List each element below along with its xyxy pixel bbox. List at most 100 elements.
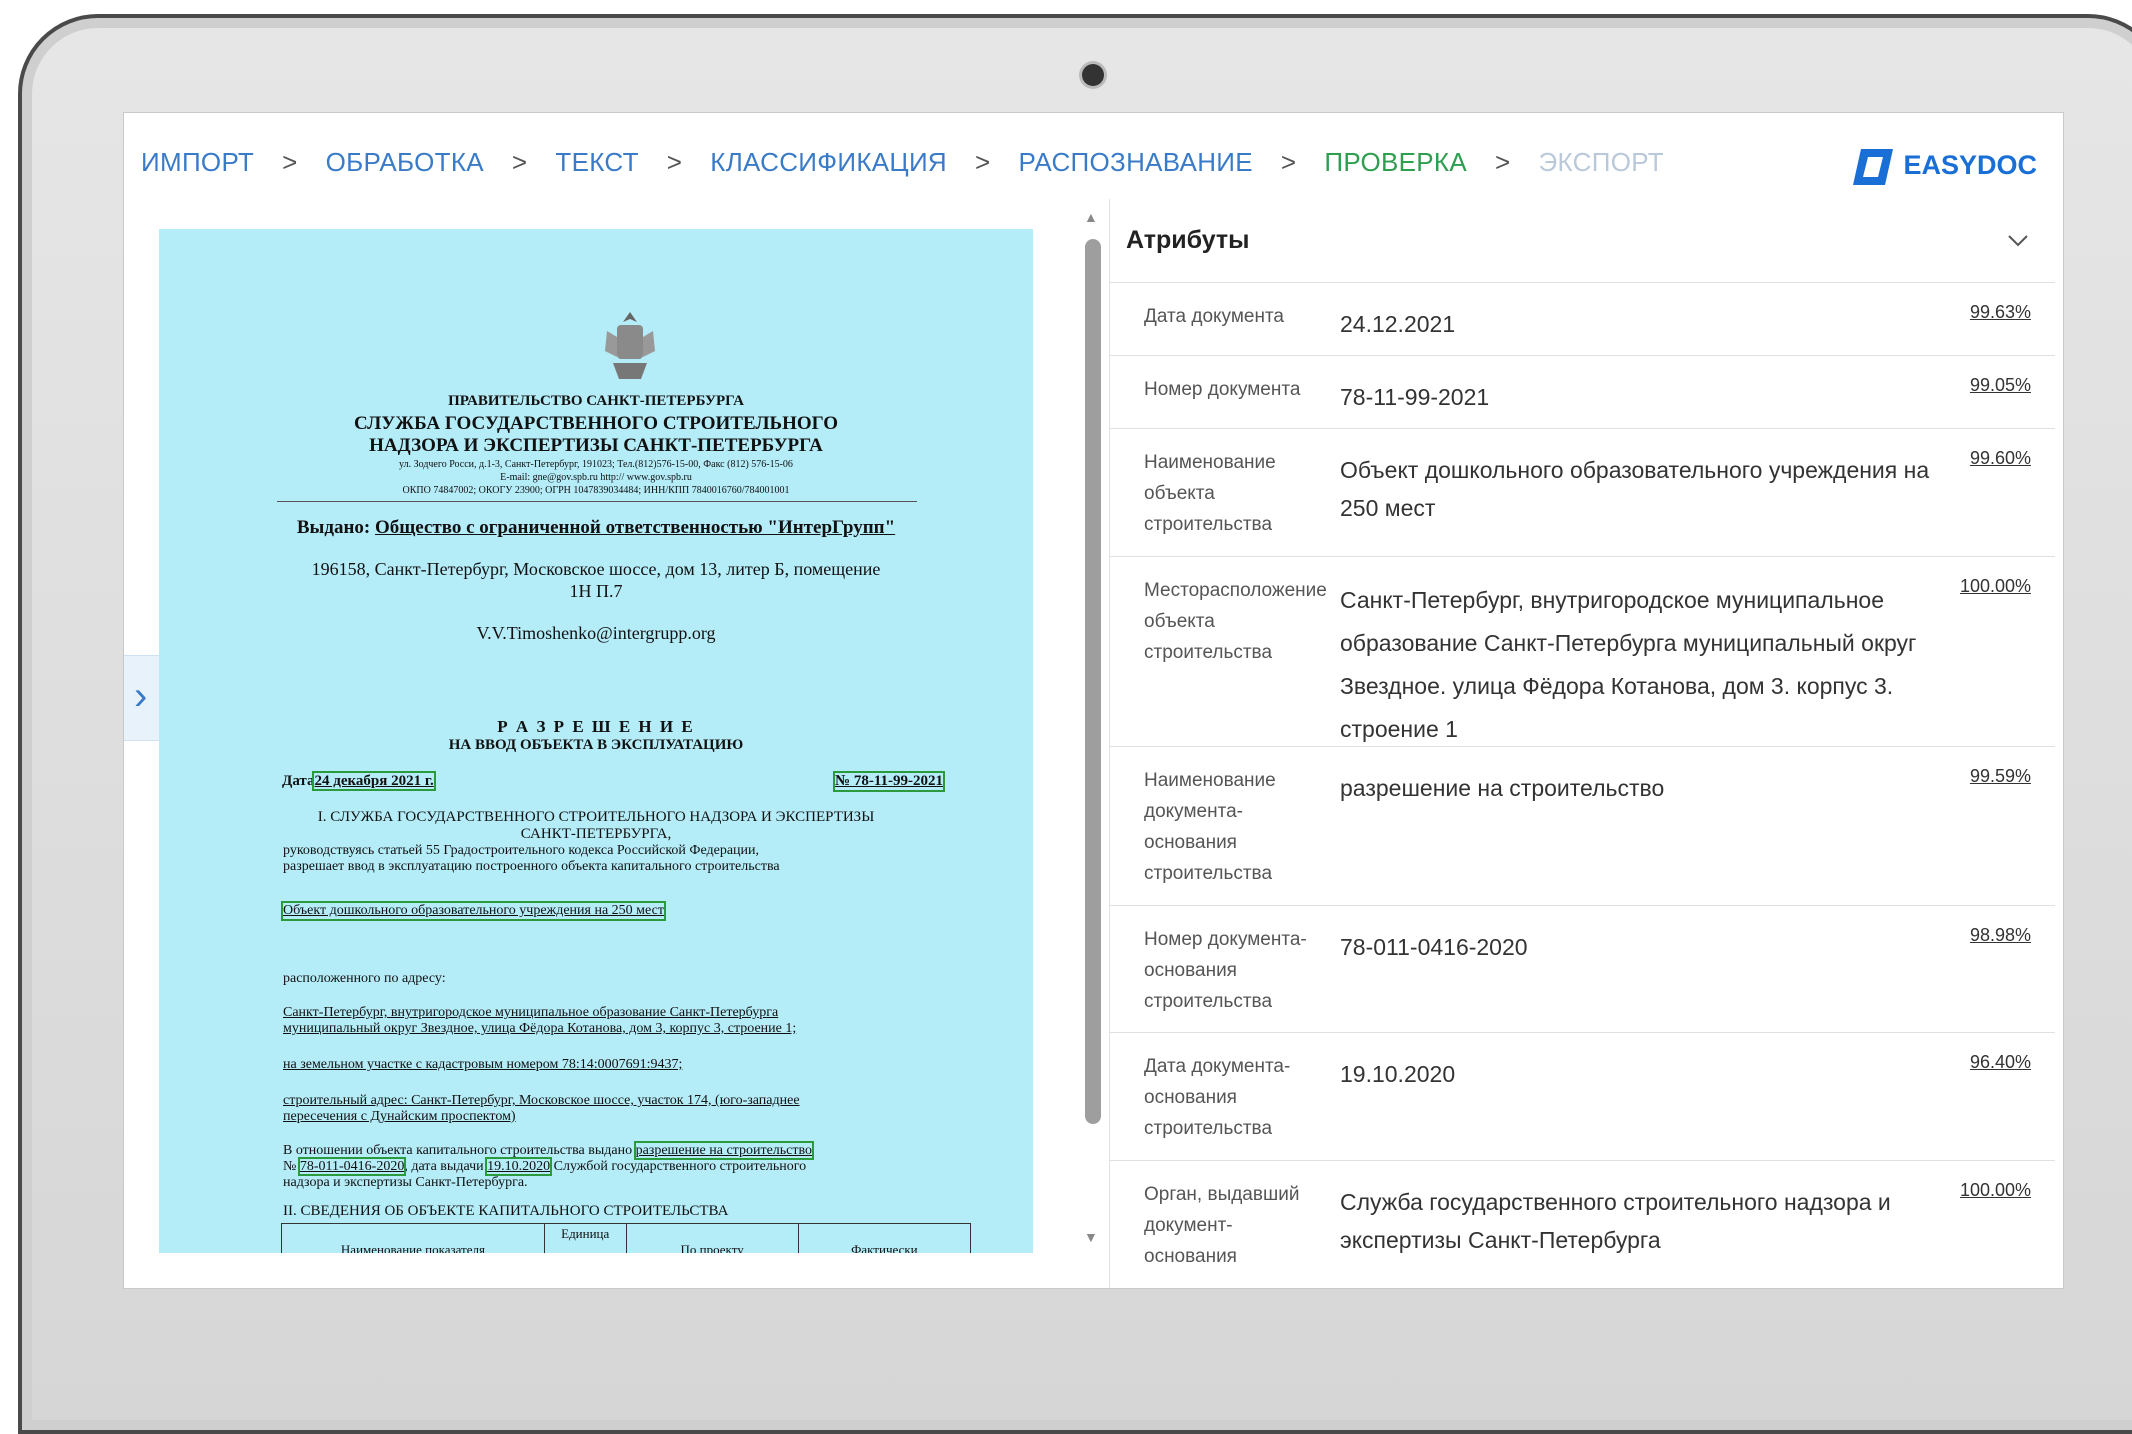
attribute-value[interactable]: Служба государственного строительного на…: [1340, 1183, 1935, 1259]
doc-org-line-2: СЛУЖБА ГОСУДАРСТВЕННОГО СТРОИТЕЛЬНОГО: [353, 413, 839, 434]
attribute-row-basis-date[interactable]: Дата документа-основания строительства 1…: [1110, 1033, 2055, 1161]
attribute-row-number[interactable]: Номер документа 78-11-99-2021 99.05%: [1110, 356, 2055, 429]
document-preview[interactable]: ПРАВИТЕЛЬСТВО САНКТ-ПЕТЕРБУРГА СЛУЖБА ГО…: [159, 229, 1033, 1253]
chevron-down-icon[interactable]: [2007, 228, 2029, 254]
attribute-value[interactable]: 19.10.2020: [1340, 1055, 1935, 1093]
doc-issued-to: Общество с ограниченной ответственностью…: [374, 517, 896, 538]
doc-relation-line-3: надзора и экспертизы Санкт-Петербурга.: [283, 1175, 528, 1190]
attribute-confidence[interactable]: 98.98%: [1970, 925, 2031, 946]
attribute-confidence[interactable]: 100.00%: [1960, 576, 2031, 597]
top-bar: ИМПОРТ > ОБРАБОТКА > ТЕКСТ > КЛАССИФИКАЦ…: [124, 113, 2063, 199]
doc-th-project: По проекту: [627, 1224, 799, 1253]
doc-relation-line-1: В отношении объекта капитального строите…: [283, 1141, 815, 1160]
doc-relation-text: В отношении объекта капитального строите…: [283, 1143, 633, 1158]
scroll-down-icon[interactable]: ▼: [1084, 1229, 1098, 1245]
doc-date-value[interactable]: 24 декабря 2021 г.: [312, 771, 436, 791]
attribute-row-date[interactable]: Дата документа 24.12.2021 99.63%: [1110, 283, 2055, 356]
coat-of-arms-icon: [605, 312, 655, 379]
step-separator: >: [511, 147, 528, 177]
doc-located-label: расположенного по адресу:: [283, 971, 446, 986]
step-verification[interactable]: ПРОВЕРКА: [1324, 147, 1467, 178]
attribute-row-basis-number[interactable]: Номер документа-основания строительства …: [1110, 906, 2055, 1033]
step-import[interactable]: ИМПОРТ: [141, 147, 254, 178]
scroll-thumb[interactable]: [1085, 239, 1101, 1124]
attribute-value[interactable]: Санкт-Петербург, внутригородское муницип…: [1340, 579, 1935, 751]
doc-location-2: муниципальный округ Звездное, улица Фёдо…: [283, 1021, 797, 1036]
attribute-label: Орган, выдавший документ-основания: [1144, 1184, 1300, 1267]
attribute-label: Месторасположение объекта строительства: [1144, 580, 1327, 663]
doc-title-2: НА ВВОД ОБЪЕКТА В ЭКСПЛУАТАЦИЮ: [448, 737, 744, 753]
doc-address-line: ул. Зодчего Росси, д.1-3, Санкт-Петербур…: [399, 459, 793, 470]
step-classification[interactable]: КЛАССИФИКАЦИЯ: [710, 147, 947, 178]
attribute-label: Дата документа-основания строительства: [1144, 1056, 1291, 1139]
attribute-label: Номер документа-основания строительства: [1144, 929, 1307, 1012]
attribute-confidence[interactable]: 100.00%: [1960, 1180, 2031, 1201]
doc-th-unit: Единица: [545, 1224, 627, 1253]
doc-permit-name[interactable]: разрешение на строительство: [633, 1141, 815, 1160]
logo-mark-icon: [1851, 145, 1894, 185]
step-separator: >: [1280, 147, 1297, 177]
easydoc-logo: EASYDOC: [1851, 145, 2037, 185]
doc-permit-number[interactable]: 78-011-0416-2020: [297, 1157, 407, 1176]
doc-contact-email: V.V.Timoshenko@intergrupp.org: [476, 623, 716, 643]
doc-section-2: II. СВЕДЕНИЯ ОБ ОБЪЕКТЕ КАПИТАЛЬНОГО СТР…: [283, 1203, 729, 1219]
attribute-row-basis-name[interactable]: Наименование документа-основания строите…: [1110, 747, 2055, 906]
doc-build-address-2: пересечения с Дунайским проспектом): [283, 1109, 516, 1124]
attributes-title: Атрибуты: [1126, 226, 1250, 254]
step-separator: >: [666, 147, 683, 177]
scroll-up-icon[interactable]: ▲: [1084, 209, 1098, 225]
doc-location-1: Санкт-Петербург, внутригородское муницип…: [283, 1005, 779, 1020]
doc-section-1d: разрешает ввод в эксплуатацию построенно…: [283, 859, 780, 874]
doc-title-1: Р А З Р Е Ш Е Н И Е: [497, 717, 695, 736]
attribute-value[interactable]: Объект дошкольного образовательного учре…: [1340, 451, 1935, 527]
doc-org-line-1: ПРАВИТЕЛЬСТВО САНКТ-ПЕТЕРБУРГА: [448, 393, 744, 409]
step-processing[interactable]: ОБРАБОТКА: [326, 147, 484, 178]
attribute-value[interactable]: 78-011-0416-2020: [1340, 928, 1935, 966]
attribute-confidence[interactable]: 99.63%: [1970, 302, 2031, 323]
step-separator: >: [975, 147, 991, 177]
doc-address-1: 196158, Санкт-Петербург, Московское шосс…: [311, 559, 881, 579]
attribute-row-issuer[interactable]: Орган, выдавший документ-основания Служб…: [1110, 1161, 2055, 1288]
attribute-value[interactable]: разрешение на строительство: [1340, 769, 1935, 807]
attributes-header[interactable]: Атрибуты: [1110, 199, 2055, 283]
doc-section-1c: руководствуясь статьей 55 Градостроитель…: [283, 843, 760, 858]
logo-text: EASYDOC: [1903, 149, 2037, 180]
doc-codes-line: ОКПО 74847002; ОКОГУ 23900; ОГРН 1047839…: [402, 485, 790, 496]
doc-relation-line-2: № 78-011-0416-2020, дата выдачи 19.10.20…: [283, 1157, 807, 1176]
step-separator: >: [1495, 147, 1511, 177]
app-screen: ИМПОРТ > ОБРАБОТКА > ТЕКСТ > КЛАССИФИКАЦ…: [123, 112, 2064, 1289]
step-export: ЭКСПОРТ: [1538, 147, 1664, 177]
attributes-panel: Атрибуты Дата документа 24.12.2021 99.63…: [1109, 199, 2055, 1288]
doc-email-line: E-mail: gne@gov.spb.ru http:// www.gov.s…: [500, 472, 692, 483]
attribute-label: Наименование объекта строительства: [1144, 452, 1276, 535]
attribute-value[interactable]: 24.12.2021: [1340, 305, 1935, 343]
doc-section-1b: САНКТ-ПЕТЕРБУРГА,: [520, 826, 672, 842]
doc-number-value[interactable]: № 78-11-99-2021: [833, 771, 945, 792]
doc-number-sign: №: [283, 1159, 297, 1174]
attribute-label: Наименование документа-основания строите…: [1144, 770, 1276, 884]
attribute-confidence[interactable]: 99.60%: [1970, 448, 2031, 469]
attribute-confidence[interactable]: 96.40%: [1970, 1052, 2031, 1073]
doc-date-label: Дата: [282, 773, 315, 789]
attribute-confidence[interactable]: 99.05%: [1970, 375, 2031, 396]
doc-th-actual: Фактически: [851, 1242, 918, 1253]
attribute-value[interactable]: 78-11-99-2021: [1340, 378, 1935, 416]
doc-build-address-1: строительный адрес: Санкт-Петербург, Мос…: [283, 1093, 800, 1108]
doc-issued: Выдано: Общество с ограниченной ответств…: [159, 517, 1033, 539]
doc-issue-text: , дата выдачи: [404, 1159, 484, 1174]
attribute-row-object-name[interactable]: Наименование объекта строительства Объек…: [1110, 429, 2055, 557]
step-recognition[interactable]: РАСПОЗНАВАНИЕ: [1019, 147, 1253, 178]
doc-date-line: Дата24 декабря 2021 г.: [282, 771, 436, 791]
step-text[interactable]: ТЕКСТ: [555, 147, 638, 178]
webcam: [1082, 64, 1104, 86]
doc-object-name[interactable]: Объект дошкольного образовательного учре…: [281, 901, 666, 921]
attribute-row-location[interactable]: Месторасположение объекта строительства …: [1110, 557, 2055, 747]
doc-th-name: Наименование показателя: [282, 1224, 545, 1253]
chevron-right-icon: ›: [134, 674, 148, 718]
document-scrollbar[interactable]: ▲ ▼: [1082, 203, 1104, 1253]
doc-issuer-text: Службой государственного строительного: [553, 1159, 807, 1174]
doc-permit-date[interactable]: 19.10.2020: [485, 1157, 553, 1176]
attribute-confidence[interactable]: 99.59%: [1970, 766, 2031, 787]
doc-section-1a: I. СЛУЖБА ГОСУДАРСТВЕННОГО СТРОИТЕЛЬНОГО…: [317, 809, 875, 825]
doc-cadastral: на земельном участке с кадастровым номер…: [283, 1057, 683, 1072]
